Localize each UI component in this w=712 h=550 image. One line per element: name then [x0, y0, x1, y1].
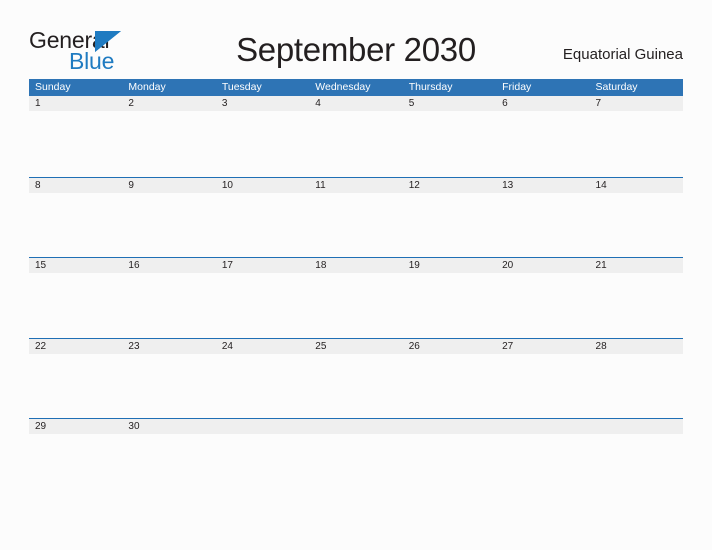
day-cell-empty [496, 419, 589, 434]
week-row: 22 23 24 25 26 27 28 [29, 337, 683, 419]
day-content-row [29, 273, 683, 337]
day-content-cell[interactable] [403, 273, 496, 337]
day-content-cell[interactable] [29, 434, 122, 498]
day-content-cell[interactable] [590, 112, 683, 176]
day-content-cell[interactable] [309, 112, 402, 176]
day-content-cell[interactable] [29, 354, 122, 418]
day-number[interactable]: 14 [590, 178, 683, 193]
day-content-cell[interactable] [216, 273, 309, 337]
page-header: General Blue September 2030 Equatorial G… [0, 0, 712, 79]
date-number-band: 22 23 24 25 26 27 28 [29, 338, 683, 354]
day-number[interactable]: 28 [590, 339, 683, 354]
day-number[interactable]: 3 [216, 96, 309, 111]
date-number-band: 29 30 [29, 419, 683, 434]
day-content-cell[interactable] [403, 354, 496, 418]
day-number[interactable]: 17 [216, 258, 309, 273]
region-label: Equatorial Guinea [562, 46, 683, 63]
day-number[interactable]: 30 [122, 419, 215, 434]
day-content-cell[interactable] [122, 193, 215, 257]
day-content-cell[interactable] [29, 193, 122, 257]
week-row: 8 9 10 11 12 13 14 [29, 176, 683, 258]
day-content-cell[interactable] [496, 112, 589, 176]
day-number[interactable]: 21 [590, 258, 683, 273]
day-header-wednesday: Wednesday [315, 81, 371, 93]
day-content-cell[interactable] [590, 354, 683, 418]
day-number[interactable]: 27 [496, 339, 589, 354]
day-number[interactable]: 2 [122, 96, 215, 111]
day-content-cell[interactable] [496, 273, 589, 337]
day-content-cell[interactable] [590, 273, 683, 337]
day-number[interactable]: 15 [29, 258, 122, 273]
day-header-sunday: Sunday [35, 81, 71, 93]
day-number[interactable]: 7 [590, 96, 683, 111]
calendar-grid: Sunday Monday Tuesday Wednesday Thursday… [29, 79, 683, 499]
day-content-cell [309, 434, 402, 498]
day-number[interactable]: 22 [29, 339, 122, 354]
day-content-cell[interactable] [309, 193, 402, 257]
day-number[interactable]: 25 [309, 339, 402, 354]
day-content-cell[interactable] [403, 112, 496, 176]
day-number[interactable]: 4 [309, 96, 402, 111]
day-content-cell [403, 434, 496, 498]
day-content-row [29, 434, 683, 498]
week-row: 29 30 [29, 418, 683, 499]
day-content-cell[interactable] [29, 112, 122, 176]
day-number[interactable]: 29 [29, 419, 122, 434]
week-row: 1 2 3 4 5 6 7 [29, 96, 683, 177]
day-content-cell[interactable] [122, 112, 215, 176]
day-header-tuesday: Tuesday [221, 81, 262, 93]
day-number[interactable]: 16 [122, 258, 215, 273]
day-content-cell [590, 434, 683, 498]
day-number[interactable]: 11 [309, 178, 402, 193]
day-header-friday: Friday [502, 81, 532, 93]
day-number[interactable]: 12 [403, 178, 496, 193]
day-number[interactable]: 19 [403, 258, 496, 273]
date-number-band: 8 9 10 11 12 13 14 [29, 177, 683, 193]
day-number[interactable]: 8 [29, 178, 122, 193]
day-header-saturday: Saturday [595, 81, 638, 93]
day-number[interactable]: 13 [496, 178, 589, 193]
day-content-cell[interactable] [590, 193, 683, 257]
day-content-cell[interactable] [216, 354, 309, 418]
day-number[interactable]: 1 [29, 96, 122, 111]
day-number[interactable]: 10 [216, 178, 309, 193]
day-content-cell[interactable] [122, 354, 215, 418]
day-number[interactable]: 20 [496, 258, 589, 273]
day-cell-empty [216, 419, 309, 434]
day-content-cell[interactable] [216, 193, 309, 257]
day-number[interactable]: 23 [122, 339, 215, 354]
day-of-week-header-row: Sunday Monday Tuesday Wednesday Thursday… [29, 79, 683, 96]
day-number[interactable]: 5 [403, 96, 496, 111]
day-content-cell[interactable] [122, 273, 215, 337]
day-number[interactable]: 26 [403, 339, 496, 354]
day-content-cell[interactable] [496, 354, 589, 418]
day-content-cell [216, 434, 309, 498]
day-content-cell[interactable] [403, 193, 496, 257]
day-cell-empty [309, 419, 402, 434]
day-number[interactable]: 9 [122, 178, 215, 193]
day-content-cell[interactable] [29, 273, 122, 337]
day-header-thursday: Thursday [408, 81, 453, 93]
day-content-cell[interactable] [309, 273, 402, 337]
day-cell-empty [590, 419, 683, 434]
date-number-band: 15 16 17 18 19 20 21 [29, 258, 683, 273]
day-content-cell[interactable] [122, 434, 215, 498]
day-header-monday: Monday [128, 81, 166, 93]
day-content-row [29, 193, 683, 257]
day-content-cell[interactable] [309, 354, 402, 418]
day-content-row [29, 354, 683, 418]
day-content-cell [496, 434, 589, 498]
day-content-cell[interactable] [216, 112, 309, 176]
day-content-row [29, 112, 683, 176]
day-cell-empty [403, 419, 496, 434]
day-content-cell[interactable] [496, 193, 589, 257]
day-number[interactable]: 6 [496, 96, 589, 111]
day-number[interactable]: 24 [216, 339, 309, 354]
week-row: 15 16 17 18 19 20 21 [29, 257, 683, 338]
day-number[interactable]: 18 [309, 258, 402, 273]
date-number-band: 1 2 3 4 5 6 7 [29, 96, 683, 111]
